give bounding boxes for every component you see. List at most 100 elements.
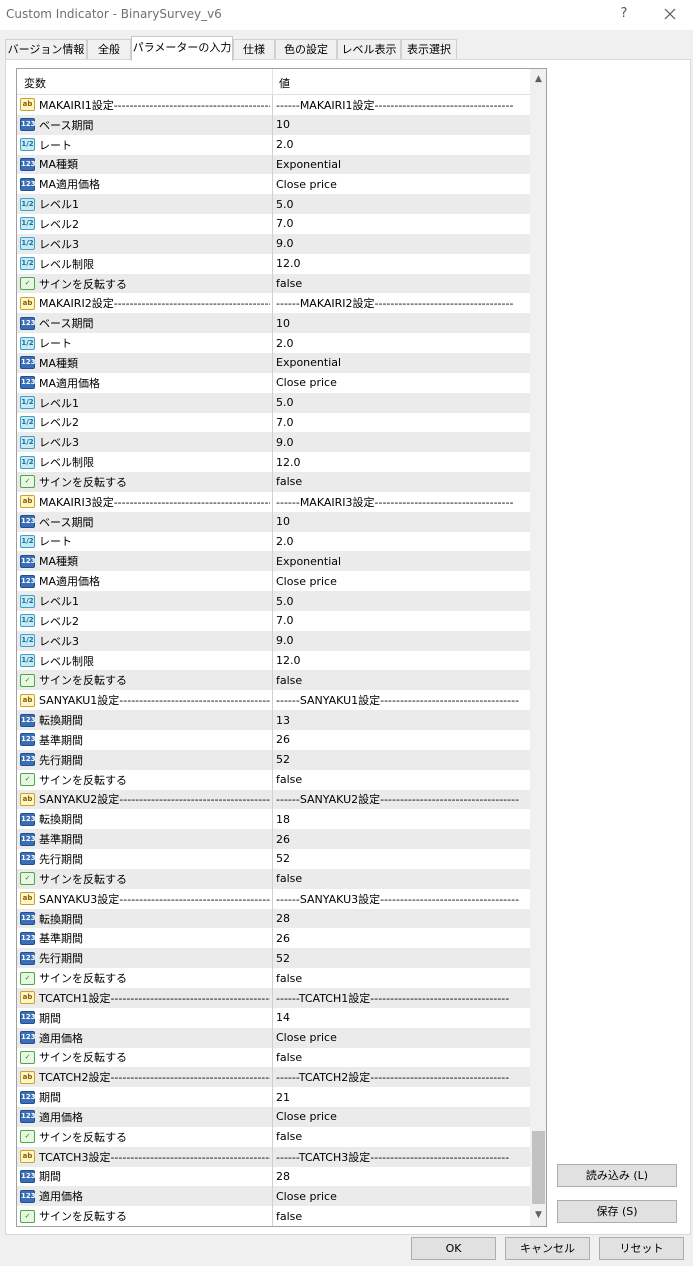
parameter-value-cell[interactable]: 52	[276, 948, 528, 968]
parameter-value[interactable]: 26	[276, 833, 290, 846]
parameter-value[interactable]: ------SANYAKU3設定------------------------…	[276, 891, 519, 907]
cancel-button[interactable]: キャンセル	[505, 1237, 590, 1260]
table-row[interactable]: 123 期間 14	[17, 1007, 530, 1028]
table-row[interactable]: ✓ サインを反転する false	[17, 1206, 530, 1226]
parameter-value-cell[interactable]: 9.0	[276, 631, 528, 651]
parameter-value[interactable]: Exponential	[276, 555, 341, 568]
table-row[interactable]: 123 転換期間 13	[17, 710, 530, 730]
parameter-value[interactable]: 2.0	[276, 138, 294, 151]
parameter-value[interactable]: Close price	[276, 178, 337, 191]
table-row[interactable]: 123 先行期間 52	[17, 948, 530, 969]
table-row[interactable]: 1/2 レベル制限 12.0	[17, 452, 530, 473]
parameter-value-cell[interactable]: Close price	[276, 373, 528, 393]
table-row[interactable]: 1/2 レベル2 7.0	[17, 214, 530, 234]
table-row[interactable]: 1/2 レート 2.0	[17, 134, 530, 155]
table-row[interactable]: ab SANYAKU3設定----------------------------…	[17, 888, 530, 909]
parameter-value-cell[interactable]: 9.0	[276, 234, 528, 254]
parameter-value-cell[interactable]: false	[276, 1206, 528, 1226]
table-row[interactable]: 123 先行期間 52	[17, 849, 530, 869]
tab-levels[interactable]: レベル表示	[337, 39, 401, 60]
table-row[interactable]: 1/2 レベル2 7.0	[17, 412, 530, 433]
table-row[interactable]: 123 基準期間 26	[17, 829, 530, 850]
parameter-value-cell[interactable]: Exponential	[276, 155, 528, 175]
parameter-value[interactable]: 26	[276, 733, 290, 746]
table-row[interactable]: 123 ベース期間 10	[17, 511, 530, 532]
parameter-value-cell[interactable]: 12.0	[276, 651, 528, 671]
scroll-down-arrow-icon[interactable]: ▼	[530, 1207, 546, 1224]
parameter-value-cell[interactable]: 14	[276, 1008, 528, 1028]
parameter-value-cell[interactable]: ------SANYAKU2設定------------------------…	[276, 790, 528, 810]
parameter-value-cell[interactable]: 5.0	[276, 393, 528, 413]
parameter-value-cell[interactable]: false	[276, 670, 528, 690]
parameter-value-cell[interactable]: 7.0	[276, 413, 528, 433]
table-row[interactable]: ab TCATCH2設定-----------------------------…	[17, 1067, 530, 1088]
parameter-value[interactable]: Close price	[276, 1031, 337, 1044]
help-button[interactable]: ?	[612, 3, 636, 25]
parameter-value-cell[interactable]: 10	[276, 313, 528, 333]
parameter-value[interactable]: 7.0	[276, 416, 294, 429]
table-row[interactable]: 123 転換期間 18	[17, 809, 530, 830]
parameter-value[interactable]: ------TCATCH1設定-------------------------…	[276, 990, 509, 1006]
parameter-value-cell[interactable]: ------TCATCH2設定-------------------------…	[276, 1067, 528, 1087]
parameter-value[interactable]: 21	[276, 1091, 290, 1104]
parameter-value[interactable]: ------TCATCH3設定-------------------------…	[276, 1149, 509, 1165]
parameter-value[interactable]: Close price	[276, 575, 337, 588]
parameter-value[interactable]: ------MAKAIRI1設定------------------------…	[276, 97, 513, 113]
table-row[interactable]: ✓ サインを反転する false	[17, 273, 530, 294]
parameter-value-cell[interactable]: 52	[276, 849, 528, 869]
table-row[interactable]: 123 MA適用価格 Close price	[17, 571, 530, 592]
parameter-value[interactable]: 52	[276, 753, 290, 766]
parameter-value[interactable]: ------MAKAIRI2設定------------------------…	[276, 295, 513, 311]
tab-general[interactable]: 全般	[87, 39, 131, 60]
table-row[interactable]: 1/2 レベル3 9.0	[17, 432, 530, 453]
table-row[interactable]: 123 期間 28	[17, 1166, 530, 1187]
parameter-value[interactable]: 5.0	[276, 595, 294, 608]
tab-input-parameters[interactable]: パラメーターの入力	[131, 36, 233, 61]
parameter-value-cell[interactable]: Close price	[276, 1186, 528, 1206]
table-row[interactable]: ab TCATCH3設定-----------------------------…	[17, 1146, 530, 1167]
parameter-value[interactable]: 9.0	[276, 237, 294, 250]
parameter-value-cell[interactable]: 21	[276, 1087, 528, 1107]
parameter-value[interactable]: Exponential	[276, 356, 341, 369]
parameter-value[interactable]: false	[276, 972, 302, 985]
parameter-value[interactable]: 14	[276, 1011, 290, 1024]
parameter-value-cell[interactable]: 28	[276, 909, 528, 929]
parameter-value-cell[interactable]: Close price	[276, 571, 528, 591]
column-header-variable[interactable]: 変数	[24, 75, 46, 91]
vertical-scrollbar[interactable]: ▲ ▼	[530, 69, 546, 1226]
table-row[interactable]: ✓ サインを反転する false	[17, 472, 530, 492]
table-row[interactable]: 1/2 レベル制限 12.0	[17, 650, 530, 671]
parameter-value[interactable]: false	[276, 773, 302, 786]
parameter-value[interactable]: 26	[276, 932, 290, 945]
parameter-value-cell[interactable]: false	[276, 274, 528, 294]
table-row[interactable]: ✓ サインを反転する false	[17, 769, 530, 790]
table-row[interactable]: 123 ベース期間 10	[17, 114, 530, 135]
parameter-value-cell[interactable]: 2.0	[276, 135, 528, 155]
table-row[interactable]: 1/2 レベル制限 12.0	[17, 253, 530, 274]
parameter-value-cell[interactable]: false	[276, 472, 528, 492]
table-row[interactable]: 1/2 レベル3 9.0	[17, 233, 530, 254]
table-row[interactable]: 123 先行期間 52	[17, 749, 530, 770]
parameter-value-cell[interactable]: 18	[276, 809, 528, 829]
parameter-value[interactable]: 12.0	[276, 456, 301, 469]
column-divider[interactable]	[272, 69, 273, 95]
parameter-value[interactable]: false	[276, 1210, 302, 1223]
parameter-value-cell[interactable]: 26	[276, 928, 528, 948]
parameter-value-cell[interactable]: 10	[276, 512, 528, 532]
table-row[interactable]: 123 基準期間 26	[17, 730, 530, 750]
parameter-value-cell[interactable]: 13	[276, 710, 528, 730]
table-row[interactable]: 123 ベース期間 10	[17, 313, 530, 334]
parameter-value-cell[interactable]: false	[276, 1127, 528, 1147]
parameter-value[interactable]: false	[276, 872, 302, 885]
close-button[interactable]	[656, 3, 684, 25]
parameter-value-cell[interactable]: 5.0	[276, 591, 528, 611]
parameter-value[interactable]: 9.0	[276, 436, 294, 449]
parameter-value-cell[interactable]: ------SANYAKU1設定------------------------…	[276, 690, 528, 710]
parameter-value-cell[interactable]: false	[276, 869, 528, 889]
save-button[interactable]: 保存 (S)	[557, 1200, 677, 1223]
table-row[interactable]: ✓ サインを反転する false	[17, 1126, 530, 1147]
table-row[interactable]: ab MAKAIRI1設定----------------------------…	[17, 95, 530, 115]
parameter-value-cell[interactable]: Close price	[276, 174, 528, 194]
load-button[interactable]: 読み込み (L)	[557, 1164, 677, 1187]
parameter-value-cell[interactable]: ------MAKAIRI3設定------------------------…	[276, 492, 528, 512]
